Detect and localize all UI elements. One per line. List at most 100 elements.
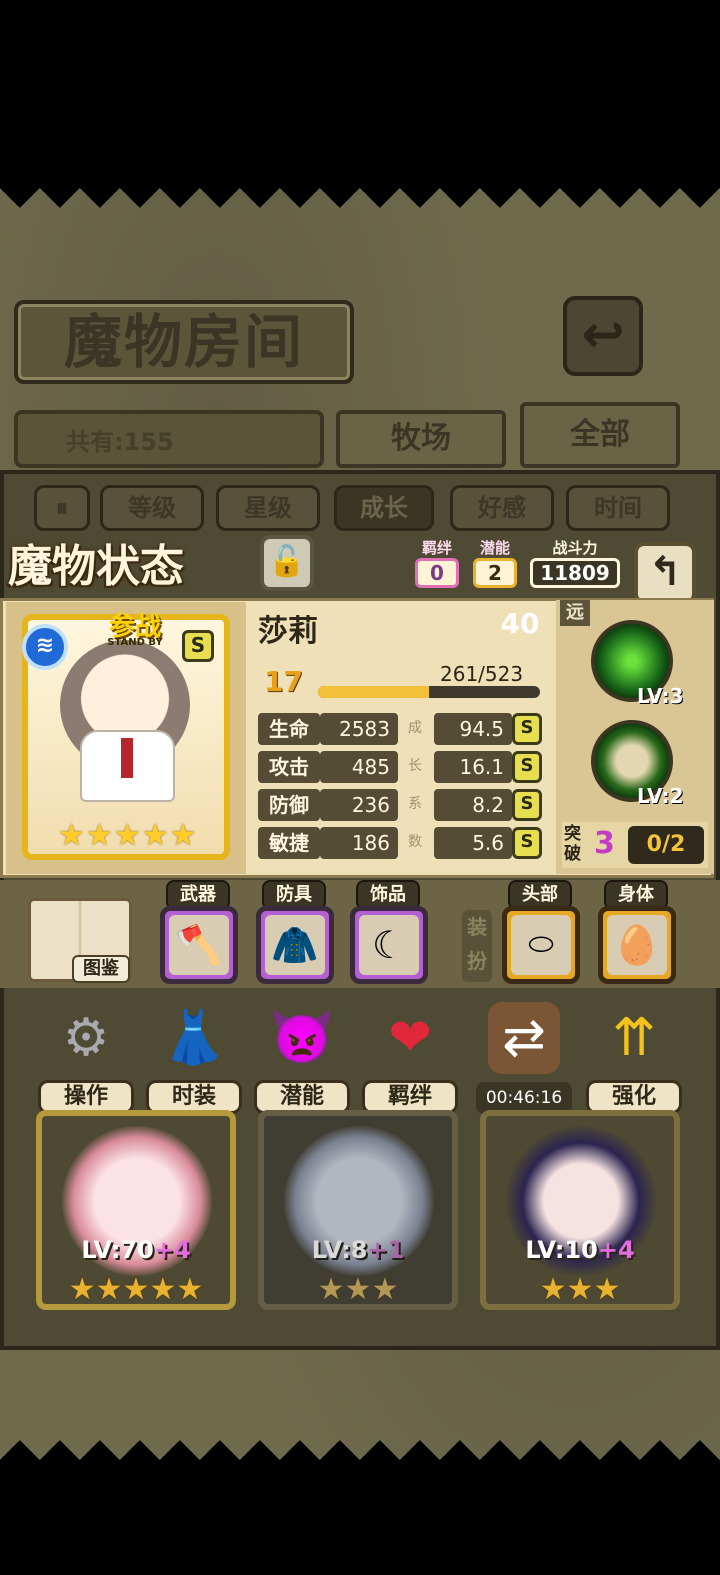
water-icon: ≋ (22, 624, 68, 670)
fashion-button[interactable]: 👗 时装 (146, 1002, 242, 1114)
action-label: 时装 (146, 1080, 242, 1114)
level-text: LV:10 (525, 1236, 598, 1264)
body-slot[interactable]: 🥚 (598, 906, 676, 984)
action-label: 操作 (38, 1080, 134, 1114)
bond-button[interactable]: ❤ 羁绊 (362, 1002, 458, 1114)
stat-value: 236 (320, 789, 398, 821)
star-icon: ★ (58, 818, 85, 853)
hearts-icon: ❤ (388, 1008, 432, 1068)
skill-level: LV:3 (637, 684, 684, 708)
skill-orb-2[interactable]: LV:2 (591, 720, 683, 808)
sub-level: 17 (264, 665, 303, 698)
skill-orb-1[interactable]: LV:3 (591, 620, 683, 708)
crescent-icon: ☾ (371, 923, 407, 967)
equip-side-label: 装扮 (462, 910, 492, 982)
sort-growth[interactable]: 成长 (334, 485, 434, 531)
sort-level[interactable]: 等级 (100, 485, 204, 531)
growth-note: 成 (408, 720, 422, 736)
potential-chip: 潜能 2 (470, 540, 520, 590)
star-icon: ★ (113, 818, 141, 853)
exp-fill (318, 686, 429, 698)
sort-stars[interactable]: 星级 (216, 485, 320, 531)
stat-label: 防御 (258, 789, 320, 821)
lock-icon: 🔓 (268, 544, 306, 579)
growth-note: 长 (408, 758, 422, 774)
skill-level: LV:2 (637, 784, 684, 808)
level-plus: +4 (597, 1236, 635, 1264)
power-label: 战斗力 (552, 539, 598, 557)
star-icon: ★ (85, 818, 113, 853)
swap-button[interactable]: ⇄ 00:46:16 (476, 1002, 572, 1114)
upgrade-icon: ⇈ (612, 1008, 656, 1068)
monster-level: LV:70+4 (42, 1236, 230, 1264)
exp-text: 261/523 (440, 662, 524, 686)
potential-button[interactable]: 👿 潜能 (254, 1002, 350, 1114)
status-back-button[interactable]: ↰ (634, 542, 696, 604)
monster-list-card[interactable]: LV:10+4 ★★★ (480, 1110, 680, 1310)
rank-badge: S (182, 630, 214, 662)
tab-all[interactable]: 全部 (520, 402, 680, 468)
stat-value: 485 (320, 751, 398, 783)
potential-icon: 👿 (269, 1008, 335, 1068)
monster-level: LV:10+4 (486, 1236, 674, 1264)
breakthrough-label: 突破 (564, 824, 581, 864)
lock-button[interactable]: 🔓 (260, 535, 314, 591)
power-value: 11809 (530, 558, 620, 588)
status-title: 魔物状态 (8, 541, 184, 592)
stat-value: 186 (320, 827, 398, 859)
action-label: 强化 (586, 1080, 682, 1114)
weapon-slot[interactable]: 🪓 (160, 906, 238, 984)
top-zigzag-border (0, 188, 720, 228)
monster-list-card[interactable]: LV:8+1 ★★★ (258, 1110, 458, 1310)
grade-badge: S (512, 827, 542, 859)
upgrade-button[interactable]: ⇈ 强化 (586, 1002, 682, 1114)
axe-icon: 🪓 (175, 923, 223, 967)
monster-list-card[interactable]: LV:70+4 ★★★★★ (36, 1110, 236, 1310)
sort-affection[interactable]: 好感 (450, 485, 554, 531)
breakthrough-value: 3 (594, 826, 615, 861)
monster-count: 共有:155 (66, 428, 174, 456)
monster-stars: ★ ★ ★ ★ ★ (58, 818, 198, 856)
grade-badge: S (512, 713, 542, 745)
monster-name: 莎莉 (258, 614, 318, 649)
growth-note: 系 (408, 796, 422, 812)
monster-stars: ★★★ (539, 1272, 621, 1307)
star-icon: ★ (169, 818, 197, 853)
star-icon: ★ (141, 818, 169, 853)
exp-bar (318, 686, 540, 698)
gear-icon: ⚙ (62, 1008, 110, 1068)
operate-button[interactable]: ⚙ 操作 (38, 1002, 134, 1114)
sort-time[interactable]: 时间 (566, 485, 670, 531)
ring-icon: ⬭ (528, 927, 554, 962)
growth-value: 5.6 (434, 827, 512, 859)
book-label[interactable]: 图鉴 (72, 955, 130, 983)
monster-level: LV:8+1 (264, 1236, 452, 1264)
tab-ranch[interactable]: 牧场 (336, 410, 506, 468)
room-back-button[interactable]: ↩ (563, 296, 643, 376)
level-heart: 40 (490, 586, 551, 650)
monster-count-bar: 共有:155 (14, 410, 324, 468)
cloak-icon: 🧥 (271, 923, 319, 967)
accessory-slot[interactable]: ☾ (350, 906, 428, 984)
growth-value: 94.5 (434, 713, 512, 745)
level-text: LV:8 (311, 1236, 368, 1264)
stat-value: 2583 (320, 713, 398, 745)
head-slot[interactable]: ⬭ (502, 906, 580, 984)
grade-badge: S (512, 789, 542, 821)
breakthrough-progress: 0/2 (628, 826, 704, 864)
armor-slot[interactable]: 🧥 (256, 906, 334, 984)
bond-value: 0 (415, 558, 459, 588)
power-chip: 战斗力 11809 (528, 540, 622, 590)
sort-toggle-button[interactable]: ⏸ (34, 485, 90, 531)
potential-value: 2 (473, 558, 517, 588)
potential-label: 潜能 (479, 539, 510, 557)
growth-note: 数 (408, 834, 422, 850)
stat-label: 敏捷 (258, 827, 320, 859)
swap-icon: ⇄ (488, 1002, 560, 1074)
monster-tie (121, 738, 133, 778)
room-title-plate: 魔物房间 (14, 300, 354, 384)
monster-stars: ★★★★★ (68, 1272, 204, 1307)
range-label: 远 (560, 600, 590, 626)
bond-chip: 羁绊 0 (412, 540, 462, 590)
outfit-icon: 👗 (161, 1008, 227, 1068)
